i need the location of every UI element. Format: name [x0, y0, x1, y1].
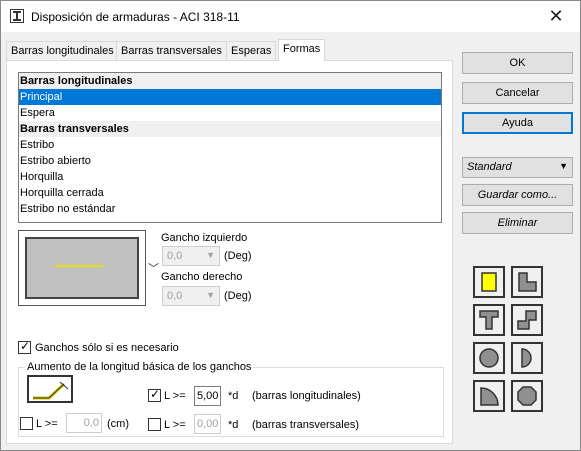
preset-value: Standard	[467, 161, 512, 173]
cm-length-field[interactable]: 0,0	[66, 413, 102, 433]
hook-shape-button[interactable]	[27, 375, 73, 403]
preview-bar-line	[55, 265, 103, 267]
trans-length-field[interactable]: 0,00	[194, 414, 221, 434]
list-header-transversales: Barras transversales	[19, 121, 441, 137]
app-icon	[10, 9, 24, 23]
quarter-circle-section-button[interactable]	[473, 380, 505, 412]
z-section-icon	[517, 310, 537, 330]
long-length-checkbox[interactable]	[148, 387, 161, 402]
list-item-principal[interactable]: Principal	[19, 89, 441, 105]
list-item-horquilla-cerrada[interactable]: Horquilla cerrada	[19, 185, 441, 201]
list-item-estribo-no-estandar[interactable]: Estribo no estándar	[19, 201, 441, 217]
preset-select[interactable]: Standard ▼	[462, 157, 573, 178]
cancel-button[interactable]: Cancelar	[462, 82, 573, 104]
title-bar: Disposición de armaduras - ACI 318-11 ✕	[1, 1, 580, 32]
close-icon[interactable]: ✕	[546, 5, 566, 27]
square-section-icon	[481, 272, 497, 292]
long-length-field[interactable]: 5,00	[194, 386, 221, 406]
z-section-button[interactable]	[511, 304, 543, 336]
chevron-down-icon: ▼	[206, 290, 215, 300]
window-title: Disposición de armaduras - ACI 318-11	[31, 10, 240, 24]
save-as-button[interactable]: Guardar como...	[462, 184, 573, 206]
cm-length-checkbox[interactable]	[20, 417, 33, 430]
half-circle-section-button[interactable]	[511, 342, 543, 374]
left-hook-label: Gancho izquierdo	[161, 232, 248, 244]
preview-section	[25, 237, 139, 299]
chevron-down-icon: ▼	[559, 161, 568, 171]
trans-unit-label: *d	[228, 419, 239, 431]
octagon-section-icon	[517, 386, 537, 406]
l-section-icon	[518, 272, 537, 292]
shape-listbox[interactable]: Barras longitudinales Principal Espera B…	[18, 72, 442, 223]
hook-shape-icon	[33, 381, 69, 400]
quarter-circle-section-icon	[480, 387, 499, 406]
octagon-section-button[interactable]	[511, 380, 543, 412]
trans-length-checkbox[interactable]	[148, 418, 161, 431]
list-item-estribo[interactable]: Estribo	[19, 137, 441, 153]
cm-unit-label: (cm)	[107, 418, 129, 430]
long-length-label: L >=	[164, 390, 186, 402]
t-section-button[interactable]	[473, 304, 505, 336]
list-header-longitudinales: Barras longitudinales	[19, 73, 441, 89]
shape-preview[interactable]	[18, 230, 146, 306]
trans-desc-label: (barras transversales)	[252, 419, 359, 431]
half-circle-section-icon	[521, 348, 532, 368]
left-hook-unit: (Deg)	[224, 250, 252, 262]
trans-length-label: L >=	[164, 419, 186, 431]
tab-formas[interactable]: Formas	[278, 39, 326, 61]
chevron-down-icon: ▼	[206, 250, 215, 260]
chevron-down-icon[interactable]: ﹀	[148, 260, 159, 276]
left-hook-select[interactable]: 0,0 ▼	[162, 246, 220, 266]
l-section-button[interactable]	[511, 266, 543, 298]
cm-length-label: L >=	[36, 418, 58, 430]
tab-barras-longitudinales[interactable]: Barras longitudinales	[6, 41, 119, 61]
circle-section-icon	[479, 348, 499, 368]
list-item-estribo-abierto[interactable]: Estribo abierto	[19, 153, 441, 169]
help-button[interactable]: Ayuda	[462, 112, 573, 134]
hooks-only-checkbox[interactable]	[18, 339, 31, 354]
tab-barras-transversales[interactable]: Barras transversales	[116, 41, 227, 61]
ok-button[interactable]: OK	[462, 52, 573, 74]
circle-section-button[interactable]	[473, 342, 505, 374]
right-hook-unit: (Deg)	[224, 290, 252, 302]
delete-button[interactable]: Eliminar	[462, 212, 573, 234]
dialog-window: Disposición de armaduras - ACI 318-11 ✕ …	[0, 0, 581, 451]
long-desc-label: (barras longitudinales)	[252, 390, 361, 402]
tab-esperas[interactable]: Esperas	[226, 41, 277, 61]
square-section-button[interactable]	[473, 266, 505, 298]
formas-panel: Barras longitudinales Principal Espera B…	[6, 60, 453, 444]
hooks-only-label: Ganchos sólo si es necesario	[35, 342, 179, 354]
right-hook-label: Gancho derecho	[161, 271, 243, 283]
t-section-icon	[479, 310, 499, 330]
right-hook-select[interactable]: 0,0 ▼	[162, 286, 220, 306]
long-unit-label: *d	[228, 390, 239, 402]
length-group-title: Aumento de la longitud básica de los gan…	[25, 361, 254, 373]
list-item-horquilla[interactable]: Horquilla	[19, 169, 441, 185]
right-hook-value: 0,0	[167, 290, 183, 302]
list-item-espera[interactable]: Espera	[19, 105, 441, 121]
left-hook-value: 0,0	[167, 250, 183, 262]
